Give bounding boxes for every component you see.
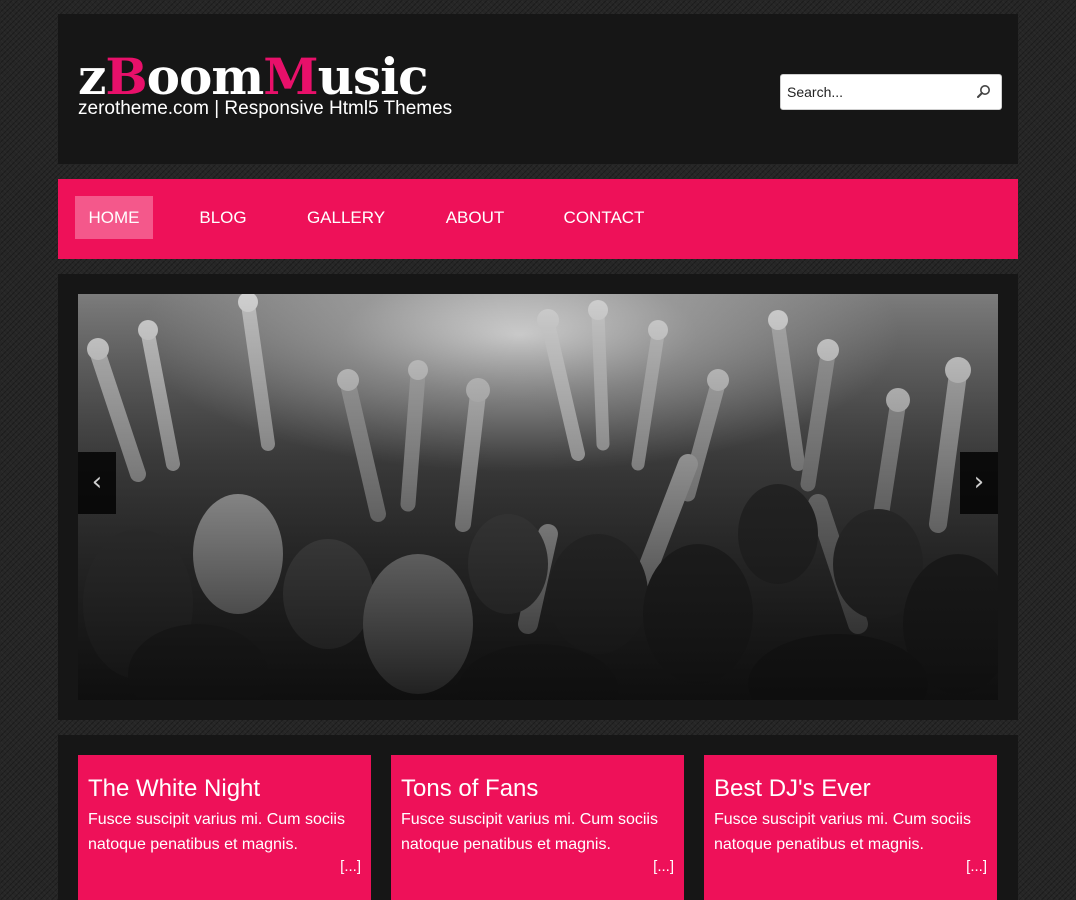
slider-next-button[interactable]: › bbox=[960, 452, 998, 514]
feature-title[interactable]: Tons of Fans bbox=[401, 775, 538, 803]
nav-item-about[interactable]: ABOUT bbox=[436, 196, 514, 239]
nav-item-contact[interactable]: CONTACT bbox=[556, 196, 652, 239]
features-panel: The White Night Fusce suscipit varius mi… bbox=[58, 735, 1018, 900]
feature-card: Tons of Fans Fusce suscipit varius mi. C… bbox=[391, 755, 684, 900]
read-more-link[interactable]: [...] bbox=[653, 858, 674, 875]
crowd-illustration bbox=[78, 294, 998, 700]
feature-card: Best DJ's Ever Fusce suscipit varius mi.… bbox=[704, 755, 997, 900]
slider-prev-button[interactable]: ‹ bbox=[78, 452, 116, 514]
feature-title[interactable]: The White Night bbox=[88, 775, 260, 803]
site-logo[interactable]: zBoomMusic bbox=[78, 52, 429, 102]
slider-image: ‹ › bbox=[78, 294, 998, 700]
nav-item-gallery[interactable]: GALLERY bbox=[301, 196, 391, 239]
feature-text: Fusce suscipit varius mi. Cum sociis nat… bbox=[714, 811, 971, 853]
feature-text: Fusce suscipit varius mi. Cum sociis nat… bbox=[88, 811, 345, 853]
site-tagline: zerotheme.com | Responsive Html5 Themes bbox=[78, 98, 453, 119]
nav-item-blog[interactable]: BLOG bbox=[188, 196, 258, 239]
read-more-link[interactable]: [...] bbox=[966, 858, 987, 875]
search-icon[interactable] bbox=[975, 83, 993, 101]
feature-text: Fusce suscipit varius mi. Cum sociis nat… bbox=[401, 811, 658, 853]
feature-title[interactable]: Best DJ's Ever bbox=[714, 775, 871, 803]
feature-card: The White Night Fusce suscipit varius mi… bbox=[78, 755, 371, 900]
search-box bbox=[780, 74, 1002, 110]
site-header: zBoomMusic zerotheme.com | Responsive Ht… bbox=[58, 14, 1018, 164]
nav-item-home[interactable]: HOME bbox=[75, 196, 153, 239]
search-input[interactable] bbox=[781, 75, 967, 109]
read-more-link[interactable]: [...] bbox=[340, 858, 361, 875]
main-nav: HOME BLOG GALLERY ABOUT CONTACT bbox=[58, 179, 1018, 259]
slider-panel: ‹ › bbox=[58, 274, 1018, 720]
